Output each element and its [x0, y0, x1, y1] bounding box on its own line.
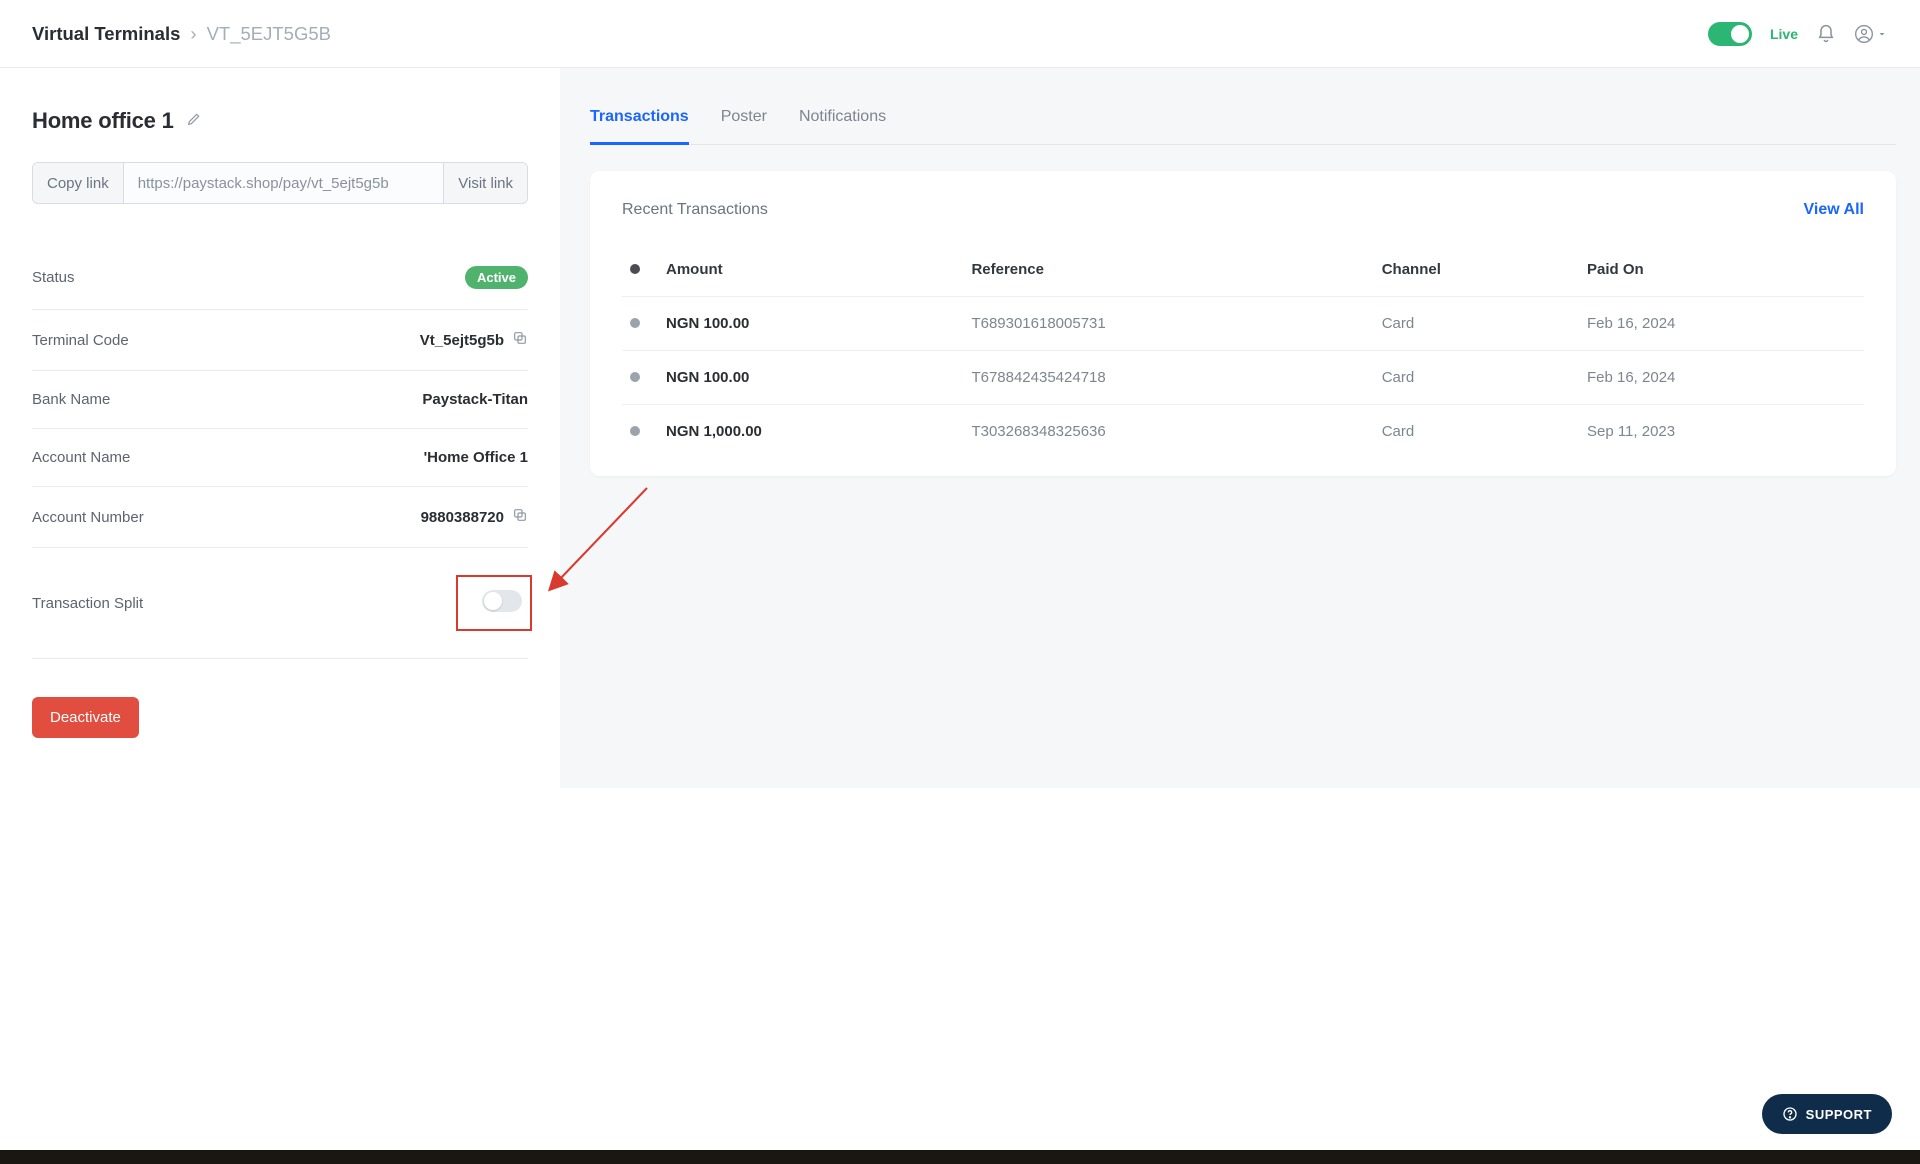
copy-icon[interactable] — [512, 507, 528, 527]
terminal-title: Home office 1 — [32, 108, 174, 134]
transaction-split-row: Transaction Split — [32, 548, 528, 659]
transaction-amount: NGN 1,000.00 — [658, 405, 963, 459]
status-badge: Active — [465, 266, 528, 289]
tab-notifications[interactable]: Notifications — [799, 96, 886, 144]
transactions-table: Amount Reference Channel Paid On NGN 100… — [622, 243, 1864, 458]
support-button-label: SUPPORT — [1806, 1107, 1872, 1122]
status-dot-icon — [630, 372, 640, 382]
transaction-split-label: Transaction Split — [32, 595, 143, 612]
transaction-paid-on: Sep 11, 2023 — [1579, 405, 1864, 459]
terminal-code-label: Terminal Code — [32, 332, 129, 349]
copy-link-button[interactable]: Copy link — [33, 163, 124, 203]
bank-name-label: Bank Name — [32, 391, 110, 408]
transaction-reference: T678842435424718 — [963, 351, 1373, 405]
transaction-paid-on: Feb 16, 2024 — [1579, 351, 1864, 405]
table-header-row: Amount Reference Channel Paid On — [622, 243, 1864, 297]
transaction-channel: Card — [1374, 405, 1579, 459]
copy-icon[interactable] — [512, 330, 528, 350]
account-name-label: Account Name — [32, 449, 130, 466]
terminal-code-row: Terminal Code Vt_5ejt5g5b — [32, 310, 528, 371]
notifications-bell-icon[interactable] — [1816, 24, 1836, 44]
deactivate-button[interactable]: Deactivate — [32, 697, 139, 738]
edit-icon[interactable] — [186, 111, 202, 131]
view-all-link[interactable]: View All — [1804, 201, 1864, 219]
account-name-value: 'Home Office 1 — [424, 449, 528, 466]
top-bar: Virtual Terminals › VT_5EJT5G5B Live — [0, 0, 1920, 68]
transactions-pane: Transactions Poster Notifications Recent… — [560, 68, 1920, 788]
bank-name-value: Paystack-Titan — [422, 391, 528, 408]
payment-link-group: Copy link https://paystack.shop/pay/vt_5… — [32, 162, 528, 204]
account-number-row: Account Number 9880388720 — [32, 487, 528, 548]
table-row[interactable]: NGN 100.00 T678842435424718 Card Feb 16,… — [622, 351, 1864, 405]
terminal-code-value: Vt_5ejt5g5b — [420, 332, 504, 349]
tab-transactions[interactable]: Transactions — [590, 96, 689, 145]
tabs: Transactions Poster Notifications — [590, 96, 1896, 145]
transaction-amount: NGN 100.00 — [658, 297, 963, 351]
column-channel: Channel — [1374, 243, 1579, 297]
chevron-right-icon: › — [190, 23, 196, 45]
status-row: Status Active — [32, 246, 528, 310]
status-label: Status — [32, 269, 75, 286]
bottom-strip — [0, 1150, 1920, 1164]
account-name-row: Account Name 'Home Office 1 — [32, 429, 528, 487]
transaction-split-toggle[interactable] — [482, 590, 522, 612]
live-mode-label: Live — [1770, 26, 1798, 42]
payment-link-url[interactable]: https://paystack.shop/pay/vt_5ejt5g5b — [124, 163, 444, 203]
tab-poster[interactable]: Poster — [721, 96, 767, 144]
annotation-highlight-box — [456, 575, 532, 631]
transaction-reference: T689301618005731 — [963, 297, 1373, 351]
column-paid-on: Paid On — [1579, 243, 1864, 297]
recent-transactions-card: Recent Transactions View All Amount Refe… — [590, 171, 1896, 476]
status-dot-icon — [630, 426, 640, 436]
breadcrumb-root[interactable]: Virtual Terminals — [32, 23, 180, 45]
live-mode-toggle[interactable] — [1708, 22, 1752, 46]
visit-link-button[interactable]: Visit link — [443, 163, 527, 203]
transaction-paid-on: Feb 16, 2024 — [1579, 297, 1864, 351]
support-button[interactable]: SUPPORT — [1762, 1094, 1892, 1134]
status-dot-icon — [630, 318, 640, 328]
transaction-reference: T303268348325636 — [963, 405, 1373, 459]
user-menu[interactable] — [1854, 24, 1888, 44]
transaction-amount: NGN 100.00 — [658, 351, 963, 405]
status-dot-icon — [630, 264, 640, 274]
recent-transactions-heading: Recent Transactions — [622, 201, 768, 219]
terminal-details-pane: Home office 1 Copy link https://paystack… — [0, 68, 560, 788]
top-right-controls: Live — [1708, 22, 1888, 46]
column-reference: Reference — [963, 243, 1373, 297]
column-amount: Amount — [658, 243, 963, 297]
bank-name-row: Bank Name Paystack-Titan — [32, 371, 528, 429]
transaction-channel: Card — [1374, 351, 1579, 405]
table-row[interactable]: NGN 100.00 T689301618005731 Card Feb 16,… — [622, 297, 1864, 351]
page-body: Home office 1 Copy link https://paystack… — [0, 68, 1920, 788]
transaction-channel: Card — [1374, 297, 1579, 351]
account-number-value: 9880388720 — [421, 509, 504, 526]
account-number-label: Account Number — [32, 509, 144, 526]
breadcrumb-current: VT_5EJT5G5B — [207, 23, 331, 45]
table-row[interactable]: NGN 1,000.00 T303268348325636 Card Sep 1… — [622, 405, 1864, 459]
breadcrumb: Virtual Terminals › VT_5EJT5G5B — [32, 23, 331, 45]
